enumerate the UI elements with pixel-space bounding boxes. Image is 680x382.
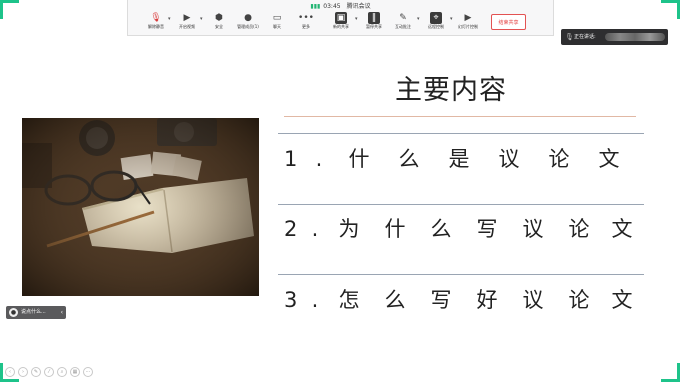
share-border-corner — [661, 363, 680, 382]
remote-control-button[interactable]: ⌖ 远程控制 — [422, 12, 450, 34]
remote-control-icon: ⌖ — [430, 12, 442, 24]
content-item: 1.什么是议论文 — [284, 147, 620, 171]
collapse-chevron-icon[interactable]: ‹ — [61, 306, 63, 319]
next-slide-icon[interactable]: › — [18, 367, 28, 377]
shield-icon: ⬢ — [215, 13, 223, 23]
item-divider — [278, 133, 644, 134]
chat-input-pill[interactable]: ● 说点什么... ‹ — [6, 306, 66, 319]
chevron-down-icon[interactable]: ▾ — [355, 16, 358, 22]
speaking-indicator: 🎙 正在讲话: — [561, 29, 668, 45]
meeting-toolbar: ▮▮▮ 03:45 腾讯会议 🎙 解除静音 ▾ ▶ 开启视频 ▾ ⬢ 安全 ● 管理… — [127, 0, 554, 36]
pause-icon: ‖ — [368, 12, 380, 24]
slideshow-control-button[interactable]: ▶ 幻灯片控制 — [454, 12, 482, 34]
share-border-corner — [661, 0, 680, 19]
zoom-icon[interactable]: ⌕ — [57, 367, 67, 377]
title-divider — [284, 116, 636, 117]
highlighter-icon[interactable]: ⁄ — [44, 367, 54, 377]
manage-members-button[interactable]: ● 管理成员(1) — [234, 12, 262, 34]
share-border-corner — [0, 0, 19, 19]
mic-muted-icon: 🎙 — [150, 13, 162, 23]
start-video-button[interactable]: ▶ 开启视频 — [173, 12, 201, 34]
share-screen-icon: ▣ — [335, 12, 347, 24]
slide-title: 主要内容 — [395, 75, 507, 106]
annotate-icon: ✎ — [399, 13, 407, 23]
camera-icon: ▶ — [183, 13, 191, 23]
chevron-down-icon[interactable]: ▾ — [200, 16, 203, 22]
chevron-down-icon[interactable]: ▾ — [168, 16, 171, 22]
pen-icon[interactable]: ✎ — [31, 367, 41, 377]
content-item: 2.为什么写议论文 — [284, 217, 633, 241]
slide-photo — [22, 118, 259, 296]
grid-icon[interactable]: ▦ — [70, 367, 80, 377]
end-share-button[interactable]: 结束共享 — [491, 14, 526, 30]
more-button[interactable]: ••• 更多 — [292, 12, 320, 34]
pause-share-button[interactable]: ‖ 暂停共享 — [360, 12, 388, 34]
meeting-time: 03:45 — [323, 3, 341, 10]
annotate-button[interactable]: ✎ 互动批注 — [389, 12, 417, 34]
speaker-name-blurred — [605, 33, 665, 41]
chevron-down-icon[interactable]: ▾ — [450, 16, 453, 22]
chevron-down-icon[interactable]: ▾ — [417, 16, 420, 22]
item-divider — [278, 274, 644, 275]
chat-button[interactable]: ▭ 聊天 — [263, 12, 291, 34]
chat-icon: ▭ — [272, 13, 282, 23]
slideshow-icon: ▶ — [464, 13, 472, 23]
members-icon: ● — [244, 13, 252, 23]
meeting-status: ▮▮▮ 03:45 腾讯会议 — [128, 2, 553, 11]
item-divider — [278, 204, 644, 205]
more-options-icon[interactable]: ⋯ — [83, 367, 93, 377]
chat-bubble-icon: ● — [9, 308, 18, 317]
unmute-button[interactable]: 🎙 解除静音 — [142, 12, 170, 34]
previous-slide-icon[interactable]: ‹ — [5, 367, 15, 377]
more-icon: ••• — [298, 13, 314, 23]
signal-icon: ▮▮▮ — [310, 3, 321, 10]
new-share-button[interactable]: ▣ 新的共享 — [327, 12, 355, 34]
security-button[interactable]: ⬢ 安全 — [205, 12, 233, 34]
meeting-title: 腾讯会议 — [346, 3, 371, 10]
content-item: 3.怎么写好议论文 — [284, 288, 633, 312]
mic-icon: 🎙 — [565, 33, 574, 41]
